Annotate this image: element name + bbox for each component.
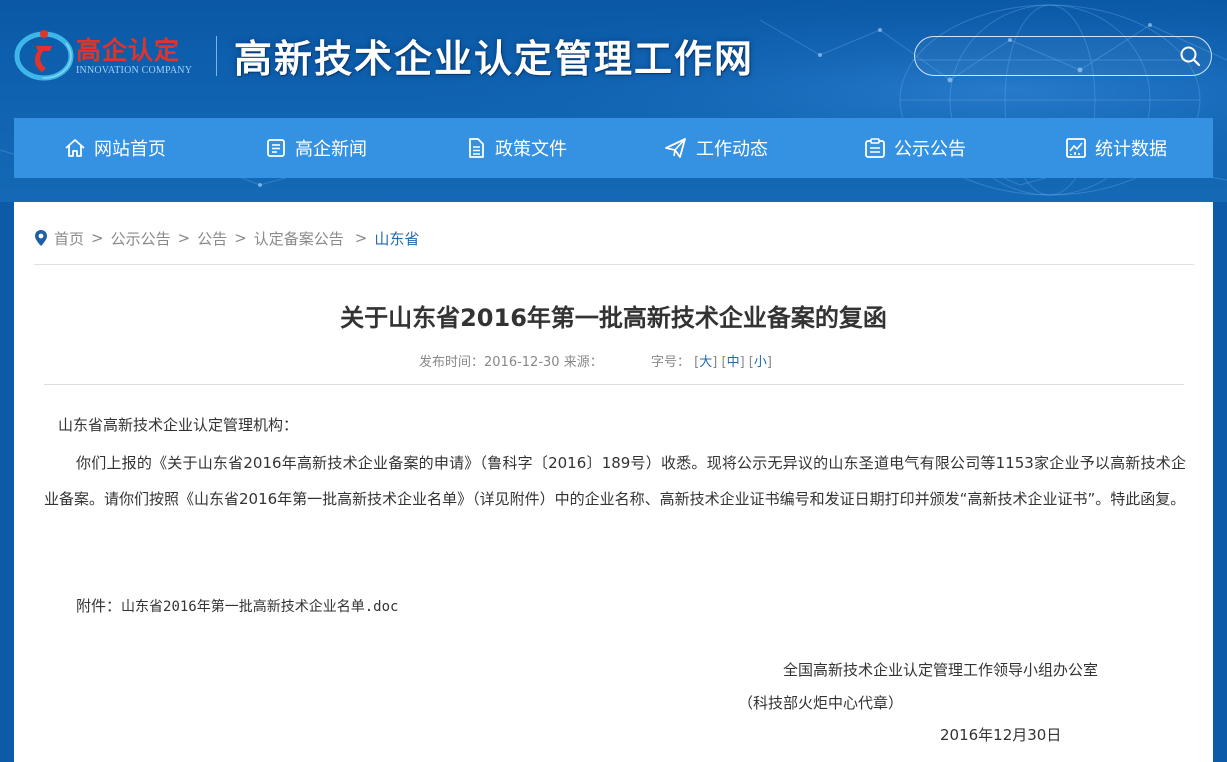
breadcrumb-notices[interactable]: 公示公告 — [111, 228, 171, 249]
attachment-line: 附件：山东省2016年第一批高新技术企业名单.doc — [76, 595, 398, 616]
divider — [44, 384, 1184, 385]
nav-item-news[interactable]: 高企新闻 — [265, 118, 367, 178]
logo-subtext: INNOVATION COMPANY — [76, 65, 193, 76]
notice-icon — [865, 138, 885, 158]
salutation: 山东省高新技术企业认定管理机构： — [58, 416, 299, 434]
site-header: 高企认定 INNOVATION COMPANY 高新技术企业认定管理工作网 网站… — [0, 0, 1227, 202]
search-box — [914, 36, 1212, 76]
nav-item-stats[interactable]: 统计数据 — [1065, 118, 1167, 178]
signature-org: 全国高新技术企业认定管理工作领导小组办公室 — [783, 661, 1099, 679]
publish-label: 发布时间： — [419, 355, 485, 370]
document-icon — [469, 138, 484, 158]
source-label: 来源： — [563, 355, 603, 370]
news-icon — [267, 139, 285, 157]
divider — [34, 264, 1194, 265]
breadcrumb-separator: > — [91, 229, 104, 247]
attachment-link[interactable]: 山东省2016年第一批高新技术企业名单.doc — [121, 599, 398, 615]
search-button[interactable] — [1179, 45, 1201, 67]
breadcrumb-home[interactable]: 首页 — [54, 228, 84, 249]
signature-date: 2016年12月30日 — [940, 726, 1062, 744]
font-size-small-button[interactable]: 小 — [754, 355, 767, 370]
breadcrumb-separator: > — [234, 229, 247, 247]
logo-text: 高企认定 — [76, 36, 181, 65]
search-icon — [1180, 46, 1201, 67]
logo-emblem-icon — [14, 30, 74, 81]
breadcrumb-separator: > — [354, 229, 368, 247]
content-card: 首页 > 公示公告 > 公告 > 认定备案公告 > 山东省 关于山东省2016年… — [14, 202, 1213, 762]
nav-label: 公示公告 — [894, 139, 966, 160]
article-paragraph: 你们上报的《关于山东省2016年高新技术企业备案的申请》（鲁科字〔2016〕18… — [44, 454, 1186, 508]
nav-label: 高企新闻 — [295, 139, 367, 160]
nav-label: 工作动态 — [696, 139, 768, 160]
nav-label: 统计数据 — [1095, 139, 1167, 160]
breadcrumb: 首页 > 公示公告 > 公告 > 认定备案公告 > 山东省 — [34, 228, 419, 248]
breadcrumb-separator: > — [177, 229, 191, 247]
logo-divider — [216, 36, 217, 76]
publish-date: 2016-12-30 — [484, 355, 560, 370]
chart-icon — [1066, 138, 1086, 158]
nav-label: 网站首页 — [94, 139, 166, 160]
nav-item-notice[interactable]: 公示公告 — [864, 118, 966, 178]
home-icon — [65, 139, 85, 157]
signature-note: （科技部火炬中心代章） — [738, 694, 904, 712]
site-logo[interactable]: 高企认定 INNOVATION COMPANY — [14, 22, 214, 84]
search-input[interactable] — [929, 45, 1173, 69]
font-size-large-button[interactable]: 大 — [699, 355, 712, 370]
nav-item-home[interactable]: 网站首页 — [64, 118, 166, 178]
font-size-label: 字号： — [651, 355, 691, 370]
attachment-label: 附件： — [76, 597, 122, 615]
main-nav: 网站首页 高企新闻 政策文件 工作动态 公示公告 统计数据 — [14, 118, 1213, 178]
article-title: 关于山东省2016年第一批高新技术企业备案的复函 — [340, 304, 887, 332]
nav-label: 政策文件 — [495, 139, 567, 160]
article-meta: 发布时间：2016-12-30 来源： 字号： [大] [中] [小] — [419, 355, 772, 370]
site-title: 高新技术企业认定管理工作网 — [234, 36, 755, 81]
breadcrumb-current[interactable]: 山东省 — [374, 228, 419, 249]
nav-item-work[interactable]: 工作动态 — [664, 118, 768, 178]
font-size-medium-button[interactable]: 中 — [727, 355, 740, 370]
breadcrumb-filing[interactable]: 认定备案公告 — [254, 228, 344, 249]
send-icon — [665, 138, 686, 158]
location-pin-icon — [35, 230, 47, 246]
nav-item-policy[interactable]: 政策文件 — [465, 118, 567, 178]
breadcrumb-announcement[interactable]: 公告 — [197, 228, 227, 249]
